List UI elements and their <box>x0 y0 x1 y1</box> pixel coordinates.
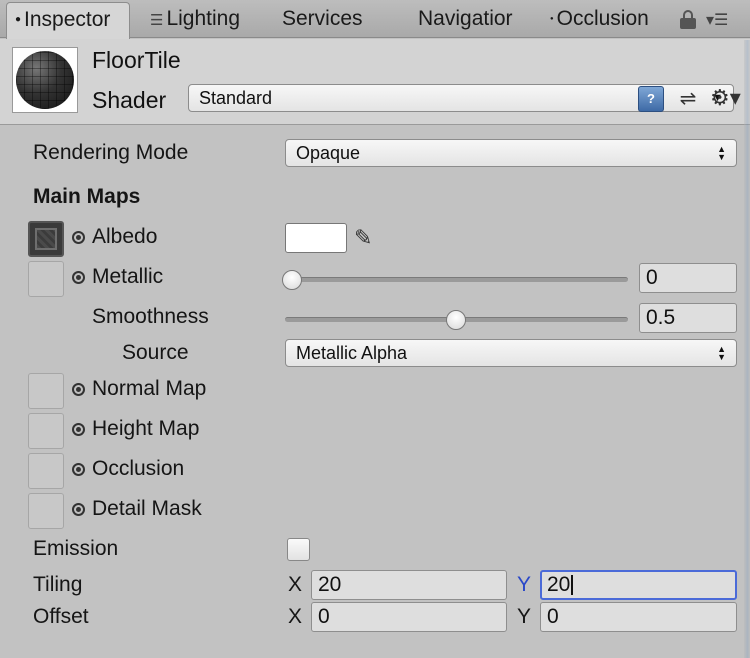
text-caret <box>571 575 574 596</box>
object-picker-icon[interactable] <box>72 423 85 436</box>
rendering-mode-value: Opaque <box>296 143 361 163</box>
tab-occlusion[interactable]: ● Occlusion <box>550 0 662 38</box>
main-maps-heading: Main Maps <box>33 185 141 208</box>
sphere-preview-icon <box>16 51 74 109</box>
updown-arrows-icon: ▲ ▼ <box>717 144 726 162</box>
metallic-slider-track[interactable] <box>285 277 628 282</box>
eyedropper-icon[interactable]: ✎ <box>354 223 384 253</box>
metallic-slider-thumb[interactable] <box>282 270 302 290</box>
smoothness-label: Smoothness <box>92 305 209 328</box>
object-picker-icon[interactable] <box>72 383 85 396</box>
occlusion-label: Occlusion <box>92 457 185 480</box>
detail-mask-label: Detail Mask <box>92 497 202 520</box>
material-preview <box>12 47 78 113</box>
occlusion-texture-slot[interactable] <box>28 453 64 489</box>
offset-label: Offset <box>33 605 89 628</box>
detail-mask-texture-slot[interactable] <box>28 493 64 529</box>
object-picker-icon[interactable] <box>72 231 85 244</box>
source-label: Source <box>122 341 189 364</box>
window-edge <box>744 40 750 658</box>
offset-x-axis-label: X <box>288 605 303 628</box>
source-value: Metallic Alpha <box>296 343 408 363</box>
rendering-mode-dropdown[interactable]: Opaque ▲ ▼ <box>285 139 737 167</box>
tiling-y-axis-label: Y <box>517 573 532 596</box>
metallic-texture-slot[interactable] <box>28 261 64 297</box>
shader-label: Shader <box>92 87 167 113</box>
height-map-texture-slot[interactable] <box>28 413 64 449</box>
albedo-texture-slot[interactable] <box>28 221 64 257</box>
offset-y-field[interactable]: 0 <box>540 602 737 632</box>
smoothness-slider-thumb[interactable] <box>446 310 466 330</box>
info-dot-icon: ● <box>15 14 22 26</box>
rendering-mode-label: Rendering Mode <box>33 141 189 164</box>
tab-inspector[interactable]: ● Inspector <box>6 2 130 39</box>
emission-label: Emission <box>33 537 119 560</box>
albedo-label: Albedo <box>92 225 158 248</box>
lock-icon[interactable] <box>680 10 696 29</box>
occlusion-dot-icon: ● <box>550 16 554 23</box>
preset-sliders-icon[interactable]: ⇌ <box>676 86 700 112</box>
help-book-icon[interactable]: ? <box>638 86 664 112</box>
smoothness-value-field[interactable]: 0.5 <box>639 303 737 333</box>
object-picker-icon[interactable] <box>72 503 85 516</box>
tiling-y-field[interactable]: 20 <box>540 570 737 600</box>
tiling-y-value: 20 <box>547 573 571 596</box>
updown-arrows-icon: ▲ ▼ <box>717 344 726 362</box>
tab-navigation[interactable]: Navigatior <box>418 0 526 38</box>
tab-services[interactable]: Services <box>282 0 392 38</box>
material-name: FloorTile <box>92 47 181 73</box>
panel-menu-icon[interactable]: ▾☰ <box>706 10 738 32</box>
tab-lighting[interactable]: ☰ Lighting <box>150 0 270 38</box>
emission-checkbox[interactable] <box>287 538 310 561</box>
shader-value: Standard <box>199 88 273 108</box>
gear-icon[interactable]: ⚙▾ <box>710 84 742 112</box>
height-map-label: Height Map <box>92 417 200 440</box>
tab-label: Occlusion <box>556 7 649 30</box>
object-picker-icon[interactable] <box>72 271 85 284</box>
tab-label: Services <box>282 7 363 30</box>
offset-y-axis-label: Y <box>517 605 532 628</box>
normal-map-label: Normal Map <box>92 377 207 400</box>
tab-label: Navigatior <box>418 7 513 30</box>
source-dropdown[interactable]: Metallic Alpha ▲ ▼ <box>285 339 737 367</box>
albedo-color-swatch[interactable] <box>285 223 347 253</box>
object-picker-icon[interactable] <box>72 463 85 476</box>
normal-map-texture-slot[interactable] <box>28 373 64 409</box>
metallic-label: Metallic <box>92 265 164 288</box>
tiling-x-axis-label: X <box>288 573 303 596</box>
offset-x-field[interactable]: 0 <box>311 602 507 632</box>
material-header: FloorTile Shader Standard ▼ ? ⇌ ⚙▾ <box>0 39 750 125</box>
tiling-label: Tiling <box>33 573 83 596</box>
tab-bar: ● Inspector ☰ Lighting Services Navigatior… <box>0 0 750 39</box>
metallic-value-field[interactable]: 0 <box>639 263 737 293</box>
tab-label: Lighting <box>166 7 241 30</box>
tiling-x-field[interactable]: 20 <box>311 570 507 600</box>
tab-label: Inspector <box>24 8 111 31</box>
lighting-icon: ☰ <box>150 12 164 29</box>
